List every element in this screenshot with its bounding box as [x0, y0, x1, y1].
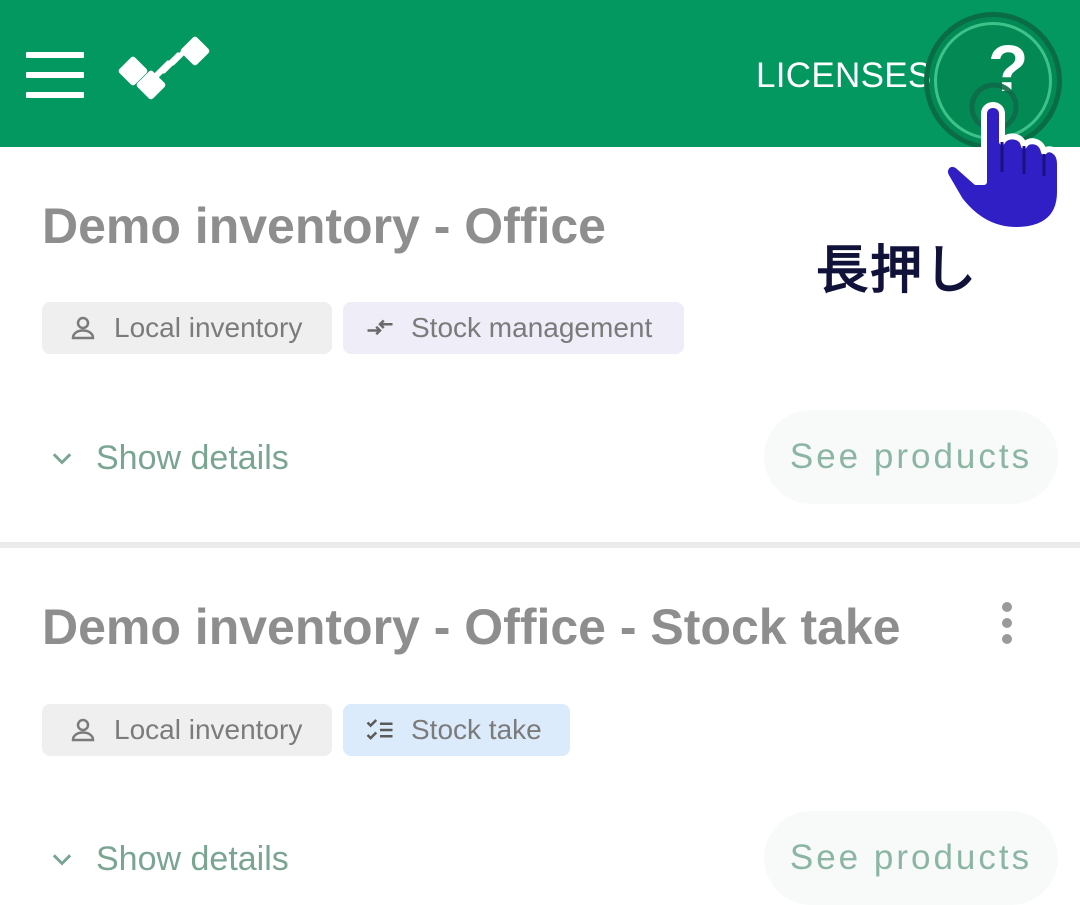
chip-local-inventory: Local inventory [42, 302, 332, 354]
see-products-button[interactable]: See products [764, 811, 1058, 905]
app-bar: LICENSES [0, 0, 1080, 147]
chip-label: Stock take [411, 714, 542, 745]
person-icon [71, 718, 95, 742]
inventory-card: Demo inventory - Office Local inventory … [0, 147, 1080, 542]
long-press-label: 長押し [816, 241, 979, 301]
licenses-button[interactable]: LICENSES [756, 54, 932, 98]
more-options-icon[interactable] [996, 602, 1018, 646]
show-details-button[interactable]: Show details [48, 439, 289, 478]
inventory-card: Demo inventory - Office - Stock take Loc… [0, 548, 1080, 905]
chip-local-inventory: Local inventory [42, 704, 332, 756]
chip-label: Local inventory [114, 714, 303, 745]
person-icon [71, 316, 95, 340]
chevron-down-icon [52, 853, 72, 866]
show-details-label: Show details [96, 840, 289, 878]
chip-stock-take: Stock take [343, 704, 570, 756]
app-logo-icon [118, 36, 210, 100]
see-products-button[interactable]: See products [764, 410, 1058, 504]
menu-icon[interactable] [26, 52, 84, 98]
checklist-icon [366, 719, 393, 740]
stock-arrows-icon [367, 319, 393, 336]
chip-stock-management: Stock management [343, 302, 684, 354]
chip-label: Stock management [411, 312, 653, 343]
chevron-down-icon [52, 452, 72, 465]
inventory-title: Demo inventory - Office - Stock take [42, 599, 901, 655]
chip-label: Local inventory [114, 312, 303, 343]
show-details-label: Show details [96, 439, 289, 477]
pointing-hand-icon [942, 82, 1063, 233]
inventory-title: Demo inventory - Office [42, 198, 606, 254]
show-details-button[interactable]: Show details [48, 840, 289, 879]
